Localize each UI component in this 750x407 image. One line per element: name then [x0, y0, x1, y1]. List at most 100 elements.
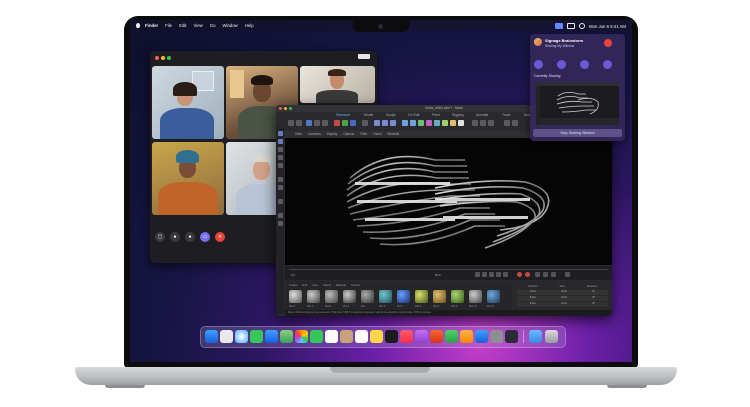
- material-swatch[interactable]: [325, 290, 338, 303]
- close-window-icon[interactable]: [155, 56, 159, 60]
- coordinate-row[interactable]: 0 cm 0 cm 0°: [517, 302, 608, 307]
- end-call-icon[interactable]: ✕: [215, 232, 225, 242]
- apple-tv-icon[interactable]: [385, 330, 398, 343]
- deformer-icon[interactable]: [434, 120, 440, 126]
- menu-app-name[interactable]: Finder: [145, 23, 158, 28]
- minimize-window-icon[interactable]: [284, 107, 287, 110]
- photos-icon[interactable]: [295, 330, 308, 343]
- material-swatch[interactable]: [451, 290, 464, 303]
- tab-uv-edit[interactable]: UV Edit: [408, 113, 420, 117]
- microphone-icon[interactable]: [557, 60, 566, 69]
- polygons-mode-icon[interactable]: [488, 120, 494, 126]
- record-icon[interactable]: [517, 272, 522, 277]
- reminders-icon[interactable]: [355, 330, 368, 343]
- material-menu-view[interactable]: View: [312, 283, 318, 287]
- screen-share-icon[interactable]: [603, 60, 612, 69]
- end-call-icon[interactable]: [604, 39, 612, 47]
- material-swatch[interactable]: [469, 290, 482, 303]
- edges-mode-icon[interactable]: [480, 120, 486, 126]
- news-icon[interactable]: [430, 330, 443, 343]
- rotate-tool-icon[interactable]: [322, 120, 328, 126]
- shareplay-icon[interactable]: [554, 23, 563, 29]
- cinema4d-icon[interactable]: [505, 330, 518, 343]
- close-window-icon[interactable]: [279, 107, 282, 110]
- keyframe-icon[interactable]: [543, 272, 548, 277]
- wifi-icon[interactable]: [578, 23, 585, 29]
- zoom-window-icon[interactable]: [289, 107, 292, 110]
- x-position-value[interactable]: 0 cm: [530, 290, 536, 295]
- pages-icon[interactable]: [460, 330, 473, 343]
- system-preferences-icon[interactable]: [490, 330, 503, 343]
- material-swatch[interactable]: [343, 290, 356, 303]
- redo-icon[interactable]: [296, 120, 302, 126]
- app-store-icon[interactable]: [475, 330, 488, 343]
- viewport-menu-filter[interactable]: Filter: [360, 132, 367, 136]
- workplane-icon[interactable]: [512, 120, 518, 126]
- z-size-value[interactable]: 0 cm: [561, 302, 567, 307]
- material-swatch[interactable]: [307, 290, 320, 303]
- camera-icon[interactable]: ●: [185, 232, 195, 242]
- current-frame[interactable]: 0 F: [291, 273, 295, 277]
- light-icon[interactable]: [458, 120, 464, 126]
- z-axis-icon[interactable]: [350, 120, 356, 126]
- render-icon[interactable]: [382, 120, 388, 126]
- material-menu-create[interactable]: Create: [289, 283, 297, 287]
- cube-icon[interactable]: [402, 120, 408, 126]
- x-size-value[interactable]: 0 cm: [561, 290, 567, 295]
- timeline[interactable]: 0 F 90 F: [285, 266, 612, 280]
- prev-frame-icon[interactable]: [482, 272, 487, 277]
- keyframe-icon[interactable]: [551, 272, 556, 277]
- layout-icon[interactable]: [277, 221, 283, 226]
- timeline-ruler[interactable]: [289, 269, 608, 270]
- viewport-menu-options[interactable]: Options: [343, 132, 354, 136]
- battery-icon[interactable]: [566, 23, 575, 29]
- coordinate-row[interactable]: 0 cm 0 cm 0°: [517, 296, 608, 301]
- magnet-icon[interactable]: [277, 185, 283, 190]
- minimize-window-icon[interactable]: [161, 56, 165, 60]
- viewport-menu-redshift[interactable]: Redshift: [388, 132, 400, 136]
- keyframe-icon[interactable]: [535, 272, 540, 277]
- z-position-value[interactable]: 0 cm: [530, 302, 536, 307]
- facetime-icon[interactable]: [310, 330, 323, 343]
- viewport-menu-cameras[interactable]: Cameras: [308, 132, 321, 136]
- participant-tile[interactable]: [152, 66, 224, 139]
- end-frame[interactable]: 90 F: [435, 273, 441, 277]
- axis-mode-icon[interactable]: [277, 163, 283, 168]
- message-icon[interactable]: [534, 60, 543, 69]
- microphone-icon[interactable]: ●: [170, 232, 180, 242]
- scale-tool-icon[interactable]: [314, 120, 320, 126]
- calendar-icon[interactable]: [325, 330, 338, 343]
- apple-icon[interactable]: [136, 23, 140, 28]
- material-menu-select[interactable]: Select: [323, 283, 331, 287]
- y-position-value[interactable]: 0 cm: [530, 296, 536, 301]
- autokey-icon[interactable]: [525, 272, 530, 277]
- music-icon[interactable]: [400, 330, 413, 343]
- zoom-window-icon[interactable]: [167, 56, 171, 60]
- shareplay-icon[interactable]: ▭: [200, 232, 210, 242]
- tab-track[interactable]: Track: [502, 113, 510, 117]
- tab-standard[interactable]: Standard: [336, 113, 350, 117]
- tab-rigging[interactable]: Rigging: [452, 113, 464, 117]
- render-settings-icon[interactable]: [390, 120, 396, 126]
- menu-window[interactable]: Window: [222, 23, 237, 28]
- contacts-icon[interactable]: [340, 330, 353, 343]
- tab-model[interactable]: Model: [364, 113, 373, 117]
- viewport-menu-view[interactable]: View: [295, 132, 302, 136]
- pen-icon[interactable]: [410, 120, 416, 126]
- notes-icon[interactable]: [370, 330, 383, 343]
- mail-icon[interactable]: [265, 330, 278, 343]
- tab-paint[interactable]: Paint: [432, 113, 440, 117]
- subdivision-icon[interactable]: [418, 120, 424, 126]
- camera-icon[interactable]: [450, 120, 456, 126]
- material-swatch[interactable]: [361, 290, 374, 303]
- render-view-icon[interactable]: [374, 120, 380, 126]
- menu-clock[interactable]: Mon Jun 6 9:41 AM: [589, 24, 626, 29]
- material-swatch[interactable]: [487, 290, 500, 303]
- numbers-icon[interactable]: [445, 330, 458, 343]
- first-frame-icon[interactable]: [475, 272, 480, 277]
- material-swatch[interactable]: [289, 290, 302, 303]
- points-mode-icon[interactable]: [472, 120, 478, 126]
- viewport-menu-display[interactable]: Display: [327, 132, 337, 136]
- texture-mode-icon[interactable]: [277, 155, 283, 160]
- x-axis-icon[interactable]: [334, 120, 340, 126]
